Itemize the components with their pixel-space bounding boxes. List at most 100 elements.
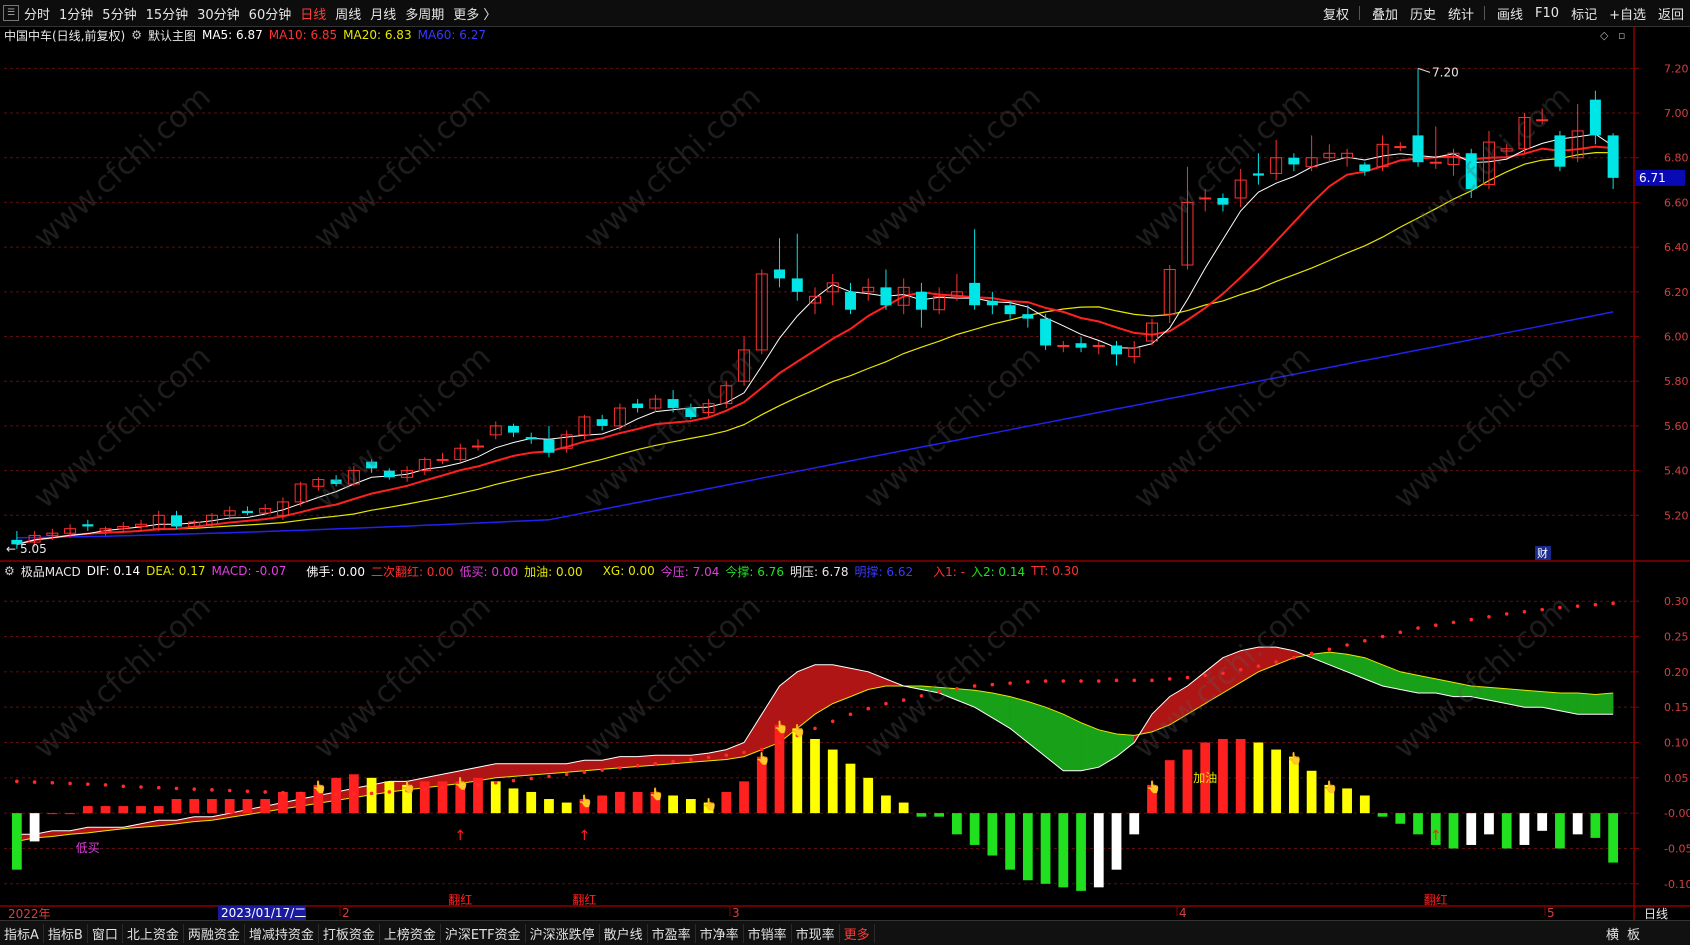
diamond-icon[interactable]: ◇ xyxy=(1600,29,1608,42)
bottom-tab-13[interactable]: 市销率 xyxy=(744,923,792,943)
foshou-hand-icon: 👆 xyxy=(791,723,806,737)
indicator-tabs-bar: 指标A 指标B 窗口 北上资金 两融资金 增减持资金 打板资金 上榜资金 沪深ETF资金 沪深涨跌… xyxy=(0,920,1690,945)
min-price-label: 5.05 xyxy=(20,542,47,556)
signal-dot xyxy=(1292,655,1296,660)
bottom-tab-14[interactable]: 市现率 xyxy=(792,923,840,943)
current-price-tag: 6.71 xyxy=(1639,171,1666,185)
macd-histogram-bar xyxy=(366,777,377,814)
signal-dot xyxy=(121,784,126,789)
macd-axis-label: 0.30 xyxy=(1664,595,1689,608)
signal-dot xyxy=(1185,675,1190,680)
candle-body-down xyxy=(1359,164,1371,172)
dimai-value: 低买: 0.00 xyxy=(459,564,519,579)
bottom-right-1[interactable]: 板 xyxy=(1623,924,1644,943)
macd-histogram-bar xyxy=(278,791,288,814)
signal-dot xyxy=(724,753,729,758)
candle-body-down xyxy=(1004,305,1016,315)
macd-axis-label: -0.10 xyxy=(1664,878,1690,891)
bottom-tab-15[interactable]: 更多 xyxy=(840,923,875,943)
signal-dot xyxy=(1345,643,1349,647)
bottom-tab-11[interactable]: 市盈率 xyxy=(648,923,696,943)
foshou-hand-icon: 👆 xyxy=(1146,780,1161,794)
signal-dot xyxy=(493,780,498,785)
macd-name[interactable]: 极品MACD xyxy=(21,563,81,580)
signal-dot xyxy=(600,768,604,772)
bottom-tab-3[interactable]: 北上资金 xyxy=(123,923,184,943)
gear-icon[interactable]: ⚙ xyxy=(4,564,15,578)
bottom-tab-2[interactable]: 窗口 xyxy=(88,923,123,943)
signal-dot xyxy=(511,778,516,783)
signal-dot xyxy=(1132,678,1137,683)
window-toggle-icon[interactable]: ▫ xyxy=(1618,29,1625,42)
candle-body-down xyxy=(774,269,786,279)
macd-histogram-bar xyxy=(1519,813,1530,845)
macd-histogram-bar xyxy=(561,802,572,814)
bottom-tab-6[interactable]: 打板资金 xyxy=(319,923,380,943)
signal-dot xyxy=(653,761,658,766)
macd-band xyxy=(1364,657,1383,687)
signal-dot xyxy=(1043,679,1048,683)
macd-axis-label: 0.05 xyxy=(1664,772,1689,785)
macd-histogram-bar xyxy=(1182,749,1193,814)
main-indicator-name[interactable]: 默认主图 xyxy=(148,27,196,44)
signal-dot xyxy=(476,783,480,787)
stock-title[interactable]: 中国中车(日线,前复权) xyxy=(4,27,125,44)
signal-dot xyxy=(1096,679,1101,683)
signal-dot xyxy=(1380,634,1385,639)
signal-dot xyxy=(866,706,871,711)
candle-body-up xyxy=(436,458,449,461)
macd-histogram-bar xyxy=(490,781,501,814)
bottom-tab-1[interactable]: 指标B xyxy=(44,923,88,943)
bottom-tab-12[interactable]: 市净率 xyxy=(696,923,744,943)
signal-dot xyxy=(281,790,285,795)
cursor-date: 2023/01/17/二 xyxy=(221,906,306,920)
macd-histogram-bar xyxy=(845,763,856,814)
candle-body-down xyxy=(844,291,856,310)
signal-dot xyxy=(1061,679,1066,683)
candle-body-down xyxy=(1111,345,1123,355)
macd-histogram-bar xyxy=(1448,813,1459,849)
signal-dot xyxy=(103,783,108,787)
signal-dot xyxy=(529,776,534,781)
bottom-tab-4[interactable]: 两融资金 xyxy=(184,923,245,943)
signal-dot xyxy=(1611,601,1615,606)
macd-histogram-bar xyxy=(1129,813,1140,835)
ma20-value: MA20: 6.83 xyxy=(343,28,412,42)
signal-dot xyxy=(706,755,711,760)
bottom-right-0[interactable]: 横 xyxy=(1602,924,1623,943)
fanhong-mark: 翻红 xyxy=(572,892,596,907)
signal-dot xyxy=(848,712,853,717)
signal-dot xyxy=(1150,678,1154,683)
bottom-tab-7[interactable]: 上榜资金 xyxy=(380,923,441,943)
macd-histogram-bar xyxy=(136,806,146,814)
settings-gear-icon[interactable]: ⚙ xyxy=(131,28,142,42)
signal-dot xyxy=(1575,604,1580,608)
macd-histogram-bar xyxy=(863,777,874,814)
macd-histogram-bar xyxy=(685,799,696,814)
min-arrow: ← xyxy=(6,542,16,556)
signal-dot xyxy=(1026,679,1030,684)
macd-axis-label: -0.00 xyxy=(1664,807,1690,820)
bottom-tab-0[interactable]: 指标A xyxy=(0,923,44,943)
foshou-hand-icon: 👆 xyxy=(774,720,789,734)
macd-histogram-bar xyxy=(526,791,537,814)
macd-histogram-bar xyxy=(153,806,164,814)
macd-histogram-bar xyxy=(1022,813,1033,881)
bottom-tab-8[interactable]: 沪深ETF资金 xyxy=(441,923,526,943)
macd-histogram-bar xyxy=(1590,813,1601,838)
macd-histogram-bar xyxy=(1306,770,1317,814)
macd-band xyxy=(1080,722,1100,772)
macd-histogram-bar xyxy=(242,799,253,814)
bottom-tab-9[interactable]: 沪深涨跌停 xyxy=(526,923,600,943)
macd-band xyxy=(974,689,993,719)
foshou-hand-icon: 👆 xyxy=(649,787,664,801)
fanhong-mark: 翻红 xyxy=(1424,892,1448,907)
macd-histogram-bar xyxy=(189,799,200,814)
macd-histogram-bar xyxy=(260,799,271,814)
ma10-line xyxy=(16,145,1614,546)
macd-histogram-bar xyxy=(1484,813,1494,835)
bottom-tab-10[interactable]: 散户线 xyxy=(600,923,648,943)
price-axis-label: 6.60 xyxy=(1664,196,1689,209)
signal-dot xyxy=(564,772,569,777)
bottom-tab-5[interactable]: 增减持资金 xyxy=(245,923,319,943)
